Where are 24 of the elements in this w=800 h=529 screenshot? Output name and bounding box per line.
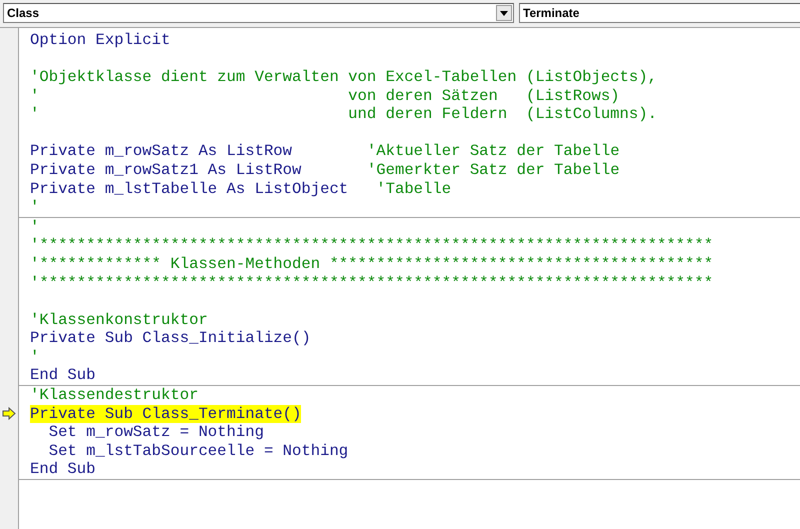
code-line: Option Explicit xyxy=(30,31,170,50)
code-line: ' und deren Feldern (ListColumns). xyxy=(30,105,657,124)
dropdown-button[interactable] xyxy=(496,5,512,21)
code-line: ' xyxy=(30,198,40,217)
object-dropdown[interactable]: Class xyxy=(3,3,514,23)
code-line: 'Objektklasse dient zum Verwalten von Excel-Tabellen (ListObjects), xyxy=(30,68,657,87)
code-line: End Sub xyxy=(30,460,96,479)
code-line: Private m_rowSatz1 As ListRow 'Gemerkter Satz der Tabelle xyxy=(30,161,620,180)
code-line: Private m_rowSatz As ListRow 'Aktueller Satz der Tabelle xyxy=(30,142,620,162)
caret-icon xyxy=(500,10,508,16)
code-line: Set m_rowSatz = Nothing xyxy=(48,423,264,442)
code-line: 'Klassendestruktor xyxy=(30,386,198,405)
code-line: '************************************************************************ xyxy=(30,236,714,255)
code-line: '************************************************************************ xyxy=(30,274,714,292)
code-line: Private m_lstTabelle As ListObject 'Tabelle xyxy=(30,180,452,198)
code-line: 'Klassenkonstruktor xyxy=(30,310,208,330)
procedure-dropdown[interactable]: Terminate xyxy=(519,3,800,23)
code-line: ' xyxy=(30,218,40,236)
code-line: '************* Klassen-Methoden ***************************************** xyxy=(30,254,714,274)
code-line: ' von deren Sätzen (ListRows) xyxy=(30,86,620,106)
code-line: Private Sub Class_Initialize() xyxy=(30,329,311,348)
code-line: End Sub xyxy=(30,366,96,385)
code-line: ' xyxy=(30,348,40,366)
code-line: Set m_lstTabSourceelle = Nothing xyxy=(48,442,348,460)
